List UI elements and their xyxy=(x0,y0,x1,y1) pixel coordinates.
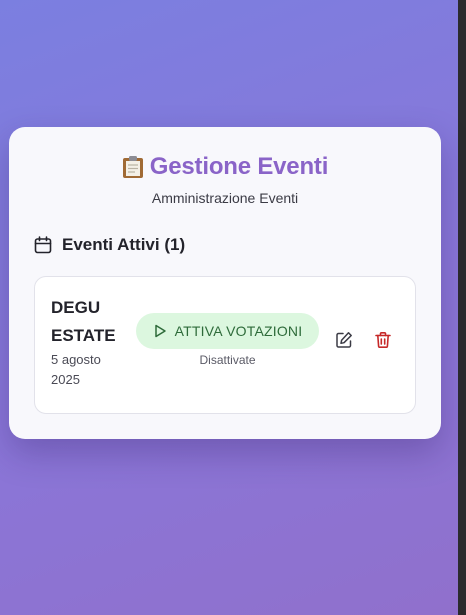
header: Gestione Eventi xyxy=(9,153,441,181)
window-edge xyxy=(458,0,466,615)
event-card: DEGU ESTATE 5 agosto 2025 ATTIVA VOTAZIO… xyxy=(34,276,416,414)
voting-status: Disattivate xyxy=(199,353,256,367)
event-name: DEGU ESTATE xyxy=(51,298,116,345)
calendar-icon xyxy=(34,236,52,254)
trash-icon[interactable] xyxy=(374,331,392,349)
clipboard-icon xyxy=(122,155,144,179)
section-title: Eventi Attivi (1) xyxy=(62,235,186,254)
edit-icon[interactable] xyxy=(335,331,353,349)
page-subtitle: Amministrazione Eventi xyxy=(151,190,299,206)
admin-card: Gestione Eventi Amministrazione Eventi E… xyxy=(9,127,441,439)
event-date: 5 agosto 2025 xyxy=(51,352,101,387)
activate-voting-label: ATTIVA VOTAZIONI xyxy=(174,323,303,339)
play-icon xyxy=(153,324,167,338)
page-title: Gestione Eventi xyxy=(149,153,329,180)
activate-voting-button[interactable]: ATTIVA VOTAZIONI xyxy=(136,313,319,349)
section-header: Eventi Attivi (1) xyxy=(34,235,185,255)
